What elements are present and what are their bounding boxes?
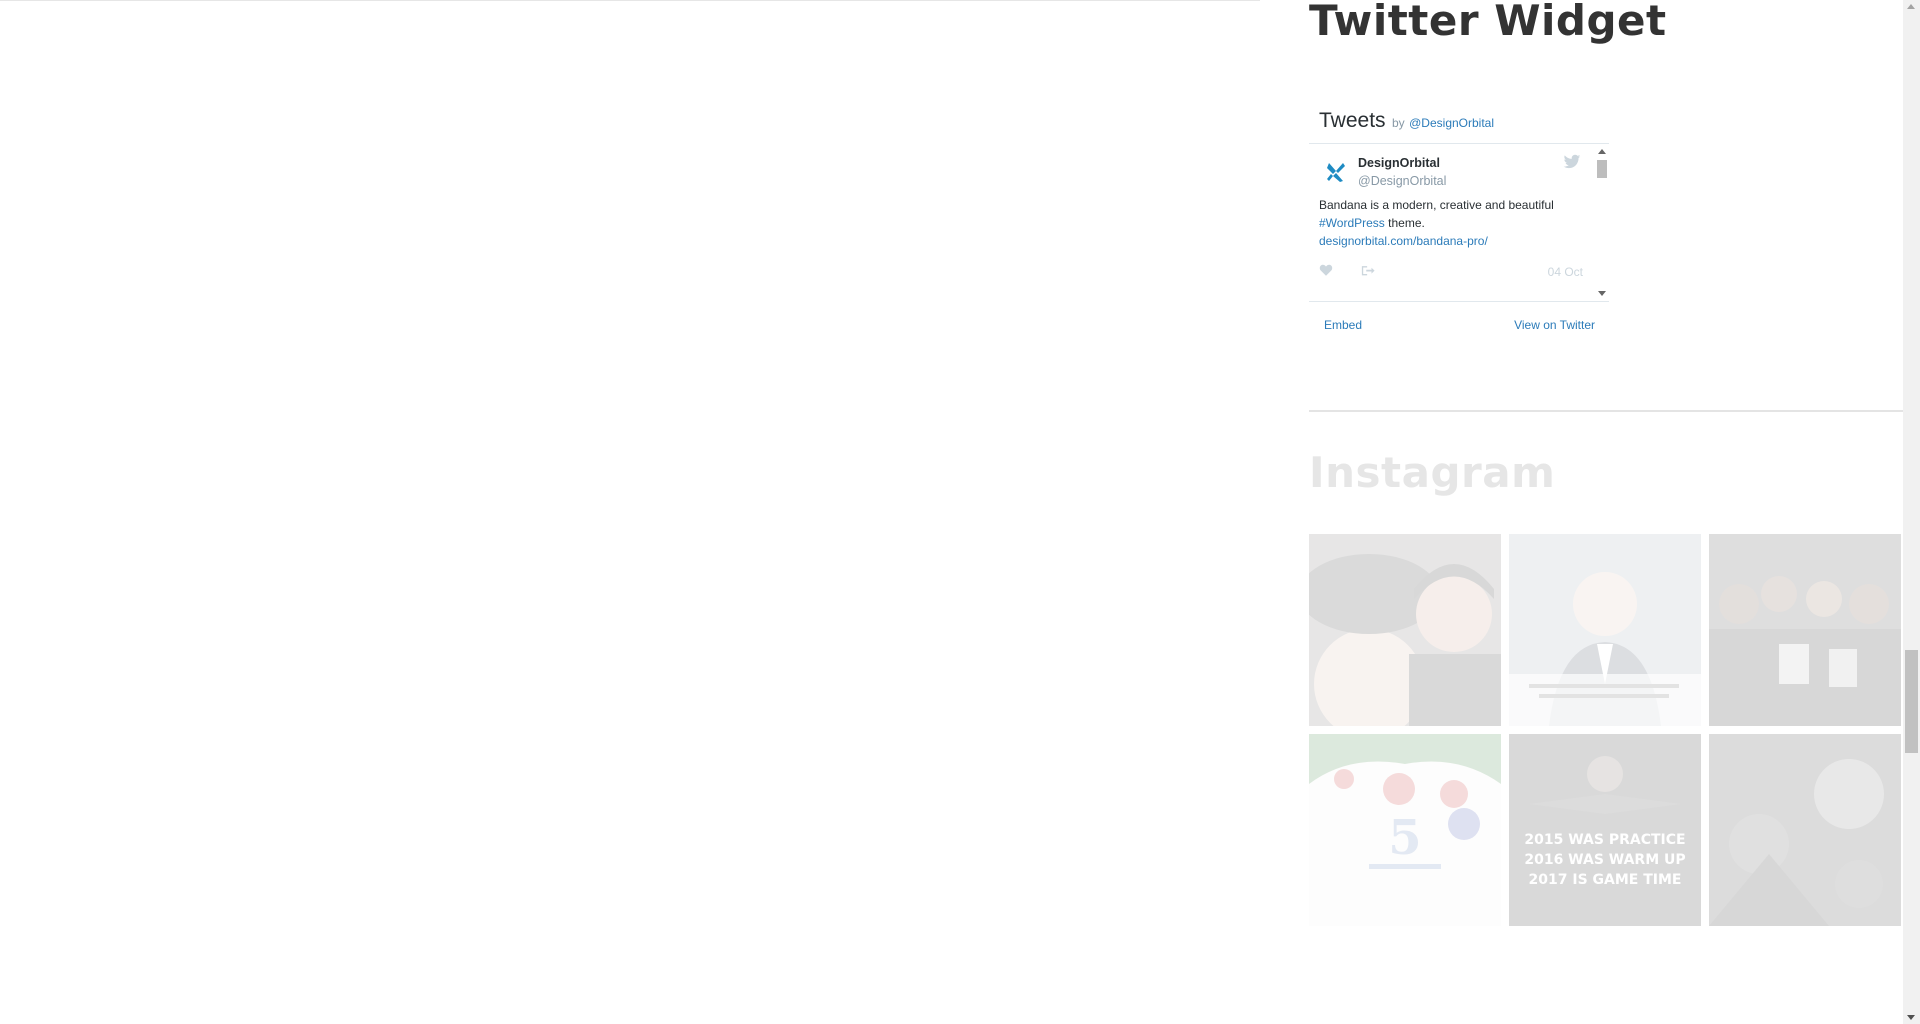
section-divider: [1309, 410, 1903, 412]
instagram-photo-motivational-icon[interactable]: 2015 WAS PRACTICE 2016 WAS WARM UP 2017 …: [1509, 734, 1701, 926]
timeline-scroll-thumb[interactable]: [1597, 160, 1607, 178]
twitter-widget-title: Twitter Widget: [1309, 0, 1667, 45]
timeline-header: Tweets by @DesignOrbital: [1319, 109, 1494, 133]
page-scroll-thumb[interactable]: [1905, 650, 1918, 753]
scroll-up-arrow-icon[interactable]: [1598, 149, 1606, 154]
instagram-grid: 5 2015 WAS PRACTICE 2016 WAS WARM UP 201…: [1309, 534, 1903, 926]
svg-text:2015 WAS PRACTICE: 2015 WAS PRACTICE: [1524, 832, 1685, 848]
page-scrollbar[interactable]: [1903, 0, 1920, 1024]
instagram-photo-selfie-icon[interactable]: [1309, 534, 1501, 726]
twitter-bird-icon[interactable]: [1563, 154, 1581, 170]
tweet-list[interactable]: DesignOrbital @DesignOrbital Bandana is …: [1309, 143, 1609, 302]
top-divider: [0, 0, 1260, 1]
tweet-text: Bandana is a modern, creative and beauti…: [1319, 196, 1587, 250]
svg-text:2017 IS GAME TIME: 2017 IS GAME TIME: [1529, 872, 1682, 888]
share-icon[interactable]: [1361, 264, 1375, 277]
christmas-number: 5: [1388, 810, 1421, 866]
page-scroll-down-icon[interactable]: [1907, 1015, 1915, 1020]
tweet-hashtag-link[interactable]: #WordPress: [1319, 216, 1385, 230]
scroll-down-arrow-icon[interactable]: [1598, 291, 1606, 296]
tweet-actions: 04 Oct: [1319, 263, 1597, 281]
embed-link[interactable]: Embed: [1324, 318, 1362, 332]
timeline-handle-link[interactable]: @DesignOrbital: [1409, 116, 1494, 130]
page-scroll-up-icon[interactable]: [1907, 4, 1915, 9]
like-heart-icon[interactable]: [1319, 263, 1333, 277]
tweet-author-handle[interactable]: @DesignOrbital: [1358, 174, 1446, 188]
svg-text:2016 WAS WARM UP: 2016 WAS WARM UP: [1524, 852, 1685, 868]
tweet-url-link[interactable]: designorbital.com/bandana-pro/: [1319, 234, 1488, 248]
view-on-twitter-link[interactable]: View on Twitter: [1514, 318, 1595, 332]
tweet-text-part1: Bandana is a modern, creative and beauti…: [1319, 198, 1554, 212]
tweet-author-name[interactable]: DesignOrbital: [1358, 156, 1440, 170]
twitter-timeline: Tweets by @DesignOrbital DesignOrbital @…: [1309, 100, 1609, 345]
timeline-heading: Tweets: [1319, 109, 1386, 132]
tweet-date[interactable]: 04 Oct: [1548, 265, 1583, 279]
timeline-scrollbar[interactable]: [1595, 144, 1609, 301]
instagram-photo-portrait-icon[interactable]: [1509, 534, 1701, 726]
tweet-text-part2: theme.: [1388, 216, 1425, 230]
designorbital-avatar-icon[interactable]: [1324, 160, 1348, 184]
timeline-by-label: by: [1391, 116, 1405, 130]
instagram-photo-event-icon[interactable]: [1709, 734, 1901, 926]
page: Twitter Widget Tweets by @DesignOrbital …: [0, 0, 1920, 1024]
instagram-photo-group-icon[interactable]: [1709, 534, 1901, 726]
instagram-photo-christmas-icon[interactable]: 5: [1309, 734, 1501, 926]
instagram-title: Instagram: [1309, 448, 1556, 497]
